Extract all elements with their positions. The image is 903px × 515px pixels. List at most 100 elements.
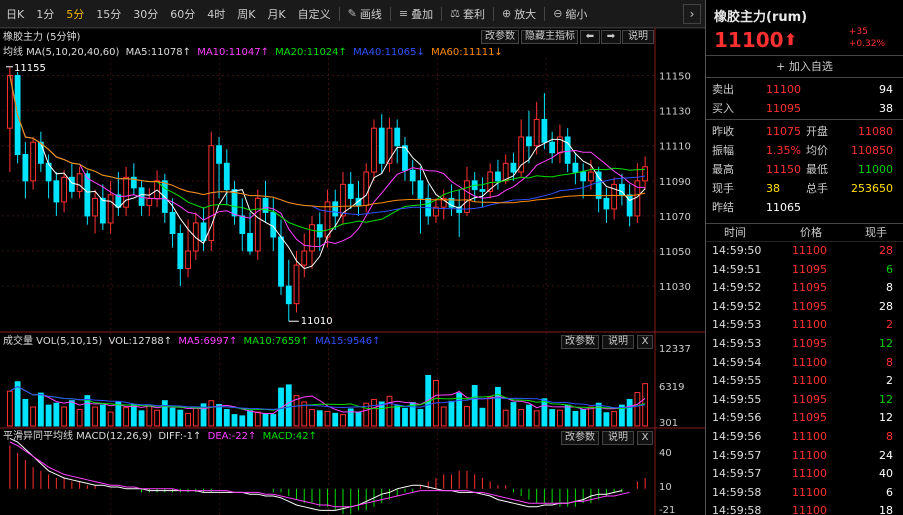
stat-label: 最低 bbox=[806, 163, 828, 176]
period-tab-3[interactable]: 15分 bbox=[90, 0, 127, 28]
vol-y-tick: 6319 bbox=[659, 382, 684, 393]
candle-body bbox=[541, 118, 548, 143]
volume-bar bbox=[192, 407, 199, 427]
macd-y-tick: 10 bbox=[659, 482, 672, 493]
candle-body bbox=[247, 232, 253, 252]
main-help-button[interactable]: 说明 bbox=[622, 30, 654, 44]
tick-price: 11095 bbox=[792, 281, 827, 295]
tool-button-1[interactable]: ≡ 叠加 bbox=[393, 0, 439, 28]
stat-label: 昨结 bbox=[712, 201, 734, 214]
tick-list[interactable]: 14:59:50 11100 28 14:59:51 11095 6 14:59:52 110… bbox=[706, 242, 903, 515]
scroll-left-button[interactable]: ⬅ bbox=[580, 30, 600, 44]
tick-time: 14:59:55 bbox=[712, 374, 762, 388]
tick-time: 14:59:52 bbox=[712, 299, 762, 313]
period-tab-5[interactable]: 60分 bbox=[164, 0, 201, 28]
ma60-line bbox=[9, 75, 646, 208]
volume-bar bbox=[239, 415, 246, 427]
volume-bar bbox=[572, 410, 579, 427]
period-tab-9[interactable]: 自定义 bbox=[292, 0, 337, 28]
tick-row: 14:59:53 11100 2 bbox=[706, 316, 903, 335]
tick-time: 14:59:55 bbox=[712, 392, 762, 406]
period-tab-2[interactable]: 5分 bbox=[60, 0, 90, 28]
macd-help-button[interactable]: 说明 bbox=[602, 431, 634, 445]
toolbar-divider bbox=[338, 6, 340, 21]
volume-bar bbox=[45, 404, 52, 427]
tick-row: 14:59:58 11100 6 bbox=[706, 484, 903, 503]
volume-bar bbox=[285, 384, 292, 427]
low-price-label: 11010 bbox=[301, 316, 333, 327]
stat-value: 253650 bbox=[851, 182, 893, 195]
vol-close-button[interactable]: X bbox=[637, 335, 653, 349]
macd-legend: 平滑异同平均线 MACD(12,26,9) DIFF:-1↑ DEA:-22↑ … bbox=[3, 430, 317, 444]
tick-price: 11095 bbox=[792, 262, 827, 276]
candle-body bbox=[572, 162, 579, 173]
candle-body bbox=[549, 141, 556, 154]
candle-body bbox=[84, 173, 91, 217]
vol-help-button[interactable]: 说明 bbox=[602, 335, 634, 349]
add-favorite-button[interactable]: + 加入自选 bbox=[706, 56, 903, 78]
ma40-value: MA40:11065↓ bbox=[353, 47, 425, 58]
volume-bar bbox=[510, 402, 517, 427]
candle-body bbox=[270, 211, 277, 238]
period-tab-1[interactable]: 1分 bbox=[30, 0, 60, 28]
tick-time: 14:59:53 bbox=[712, 336, 762, 350]
macd-y-tick: -21 bbox=[659, 505, 675, 515]
tool-button-3[interactable]: ⊕ 放大 bbox=[496, 0, 542, 28]
tick-volume: 2 bbox=[886, 374, 893, 388]
volume-bar bbox=[580, 409, 587, 427]
candle-body bbox=[123, 176, 129, 208]
tick-price: 11100 bbox=[792, 318, 827, 332]
expand-panel-button[interactable]: › bbox=[683, 4, 701, 24]
volume-bar bbox=[634, 391, 641, 427]
tick-row: 14:59:57 11100 24 bbox=[706, 447, 903, 466]
macd-close-button[interactable]: X bbox=[637, 431, 653, 445]
stat-value: 11150 bbox=[766, 163, 801, 176]
ma-legend-prefix: 均线 MA(5,10,20,40,60) bbox=[3, 47, 120, 58]
tick-price: 11095 bbox=[792, 411, 827, 425]
volume-bar bbox=[417, 409, 424, 427]
bid-volume: 38 bbox=[879, 102, 893, 115]
tool-label: 缩小 bbox=[565, 7, 588, 21]
volume-bar bbox=[169, 407, 176, 427]
bid-price: 11095 bbox=[766, 102, 801, 115]
y-tick-label: 11090 bbox=[659, 177, 691, 188]
tool-button-4[interactable]: ⊖ 缩小 bbox=[547, 0, 593, 28]
tick-price: 11095 bbox=[792, 336, 827, 350]
tool-button-2[interactable]: ⚖ 套利 bbox=[444, 0, 491, 28]
stat-value: 110850 bbox=[851, 144, 893, 157]
period-tab-6[interactable]: 4时 bbox=[201, 0, 231, 28]
tick-time: 14:59:53 bbox=[712, 318, 762, 332]
candle-body bbox=[169, 211, 176, 234]
volume-bar bbox=[208, 400, 215, 427]
dea-value: DEA:-22↑ bbox=[207, 431, 257, 442]
tick-time: 14:59:57 bbox=[712, 448, 762, 462]
tick-time: 14:59:52 bbox=[712, 281, 762, 295]
toolbar-divider bbox=[544, 6, 546, 21]
hide-main-indicator-button[interactable]: 隐藏主指标 bbox=[521, 30, 578, 44]
candle-body bbox=[603, 197, 610, 210]
vol-edit-params-button[interactable]: 改参数 bbox=[561, 335, 599, 349]
period-tab-4[interactable]: 30分 bbox=[127, 0, 164, 28]
scroll-right-button[interactable]: ➡ bbox=[601, 30, 621, 44]
stat-row: 振幅 1.35% 均价 110850 bbox=[706, 141, 903, 160]
tick-price: 11095 bbox=[792, 392, 827, 406]
period-tab-7[interactable]: 周K bbox=[231, 0, 261, 28]
stat-label: 均价 bbox=[806, 144, 828, 157]
period-tab-8[interactable]: 月K bbox=[261, 0, 291, 28]
candle-body bbox=[332, 201, 339, 217]
stat-row: 昨结 11065 bbox=[706, 198, 903, 217]
volume-bar bbox=[533, 410, 540, 427]
tick-time: 14:59:57 bbox=[712, 467, 762, 481]
macd-edit-params-button[interactable]: 改参数 bbox=[561, 431, 599, 445]
candle-body bbox=[254, 197, 261, 252]
tool-button-0[interactable]: ✎ 画线 bbox=[342, 0, 388, 28]
period-tab-0[interactable]: 日K bbox=[0, 0, 30, 28]
toolbar-divider bbox=[492, 6, 494, 21]
volume-bar bbox=[231, 414, 238, 427]
main-edit-params-button[interactable]: 改参数 bbox=[481, 30, 519, 44]
volume-bar bbox=[154, 409, 160, 427]
candle-body bbox=[479, 189, 486, 192]
volume-bar bbox=[37, 392, 44, 427]
volume-bar bbox=[495, 386, 501, 427]
candle-body bbox=[293, 264, 300, 305]
